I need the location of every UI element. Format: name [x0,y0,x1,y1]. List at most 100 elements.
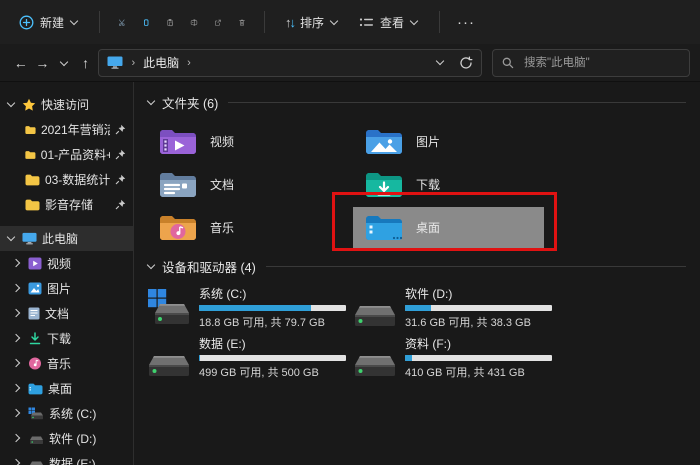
copy-icon [144,18,149,26]
back-arrow-icon: ← [13,54,28,71]
more-options-button[interactable]: ··· [451,14,481,31]
downloads-icon [29,332,41,345]
desktop-folder-icon [28,383,43,394]
sidebar-item-pictures[interactable]: 图片 [0,276,133,301]
drive-icon [30,436,43,444]
sidebar-item-music[interactable]: 音乐 [0,351,133,376]
toolbar-divider [439,11,441,33]
sidebar-item-pinned-folder-product[interactable]: 01-产品资料+图片 [0,142,133,167]
drive-tile-c[interactable]: 系统 (C:) 18.8 GB 可用, 共 79.7 GB [147,285,346,330]
new-button[interactable]: 新建 [10,8,88,37]
chevron-right-icon [13,309,22,318]
back-button[interactable]: ← [10,55,32,71]
folder-tile-desktop[interactable]: 桌面 [353,207,544,248]
search-input[interactable] [522,55,680,70]
chevron-down-icon [60,59,69,68]
sidebar-item-drive-d[interactable]: 软件 (D:) [0,426,133,451]
folder-icon [25,150,36,159]
sidebar-item-drive-c[interactable]: 系统 (C:) [0,401,133,426]
drives-section-label: 设备和驱动器 (4) [162,260,256,275]
navigation-bar: ← → ↑ › 此电脑 › [0,44,700,82]
plus-circle-icon [19,15,34,29]
sidebar-item-videos[interactable]: 视频 [0,251,133,276]
up-arrow-icon: ↑ [82,54,90,71]
sort-button[interactable]: ↑↓ 排序 [276,8,348,37]
folder-tile-downloads[interactable]: 下载 [353,164,544,205]
paste-button[interactable] [159,11,181,33]
drive-usage-bar [405,355,552,361]
chevron-down-icon [330,18,339,27]
folder-icon [25,174,40,185]
desktop-folder-icon [366,215,403,240]
sidebar-item-desktop[interactable]: 桌面 [0,376,133,401]
address-history-chevron-icon[interactable] [436,58,445,67]
folder-tile-pictures[interactable]: 图片 [353,121,544,162]
chevron-down-icon [7,100,16,109]
search-box[interactable] [492,48,690,77]
drive-tile-e[interactable]: 数据 (E:) 499 GB 可用, 共 500 GB [147,335,346,380]
sort-button-label: 排序 [300,15,325,30]
sidebar-item-label: 数据 (E:) [49,457,96,465]
music-folder-icon [160,215,196,240]
sidebar-item-label: 软件 (D:) [49,432,97,446]
breadcrumb-separator: › [187,56,191,69]
refresh-icon[interactable] [459,56,473,70]
rename-button[interactable] [183,11,205,33]
drive-tile-d[interactable]: 软件 (D:) 31.6 GB 可用, 共 38.3 GB [353,285,552,330]
share-button[interactable] [207,11,229,33]
pin-icon [115,174,126,185]
pictures-icon [28,282,42,295]
folder-tile-documents[interactable]: 文档 [147,164,338,205]
drive-tile-f[interactable]: 资料 (F:) 410 GB 可用, 共 431 GB [353,335,552,380]
drive-name: 软件 (D:) [405,287,453,301]
sidebar-item-quick-access[interactable]: 快速访问 [0,92,133,117]
drives-grid: 系统 (C:) 18.8 GB 可用, 共 79.7 GB 软件 (D:) 31… [147,285,686,380]
delete-icon [239,19,245,26]
sidebar-item-pinned-folder-stats[interactable]: 03-数据统计 [0,167,133,192]
folder-tile-videos[interactable]: 视频 [147,121,338,162]
drive-name: 资料 (F:) [405,337,451,351]
delete-button[interactable] [231,11,253,33]
this-pc-monitor-icon [107,56,123,69]
drive-name: 数据 (E:) [199,337,246,351]
tree-gap [0,217,133,226]
recent-locations-button[interactable] [53,55,75,71]
drive-capacity-text: 499 GB 可用, 共 500 GB [199,367,319,379]
sidebar-item-label: 快速访问 [41,98,90,112]
content-pane: 文件夹 (6) 视频 图片 文档 下载 音乐 桌面 设备和驱动器 (4) 系统 … [134,82,700,465]
sidebar-item-label: 系统 (C:) [49,407,97,421]
sidebar-item-documents[interactable]: 文档 [0,301,133,326]
section-divider-line [228,101,686,103]
cut-button[interactable] [111,11,133,33]
videos-icon [28,257,42,270]
drive-usage-fill [405,355,413,361]
copy-button[interactable] [135,11,157,33]
breadcrumb-this-pc[interactable]: 此电脑 [143,54,179,71]
sidebar-item-this-pc[interactable]: 此电脑 [0,226,133,251]
system-drive-icon [28,407,43,420]
sidebar-item-drive-e[interactable]: 数据 (E:) [0,451,133,465]
address-bar[interactable]: › 此电脑 › [98,48,482,77]
folders-grid: 视频 图片 文档 下载 音乐 桌面 [147,121,686,248]
sidebar-item-downloads[interactable]: 下载 [0,326,133,351]
drive-capacity-text: 410 GB 可用, 共 431 GB [405,367,525,379]
folders-section-label: 文件夹 (6) [162,96,219,111]
sidebar-item-pinned-folder-2021[interactable]: 2021年营销活动& [0,117,133,142]
folder-tile-music[interactable]: 音乐 [147,207,338,248]
chevron-right-icon [13,384,22,393]
view-button-label: 查看 [380,15,405,30]
navigation-pane: 快速访问 2021年营销活动& 01-产品资料+图片 03-数据统计 影音存储 [0,82,134,465]
system-drive-icon [148,289,189,324]
drives-section-header[interactable]: 设备和驱动器 (4) [147,258,686,275]
new-button-label: 新建 [40,15,65,30]
sidebar-item-pinned-folder-media[interactable]: 影音存储 [0,192,133,217]
folder-name: 音乐 [210,221,235,235]
forward-button[interactable]: → [32,55,54,71]
chevron-down-icon [7,234,16,243]
drive-icon [355,306,395,326]
up-button[interactable]: ↑ [75,55,97,71]
view-button[interactable]: 查看 [350,8,428,37]
chevron-right-icon [13,434,22,443]
pin-icon [115,124,126,135]
folders-section-header[interactable]: 文件夹 (6) [147,94,686,111]
